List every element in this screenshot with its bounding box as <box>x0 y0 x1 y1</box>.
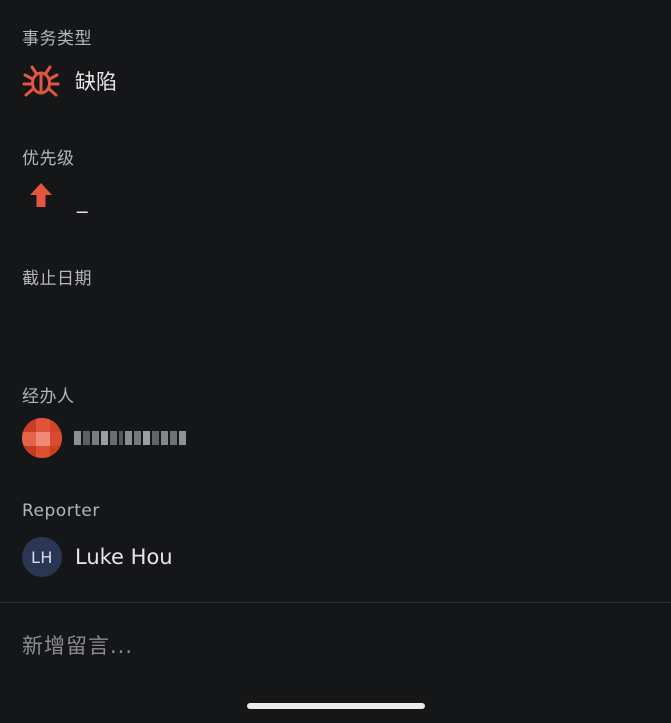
issue-type-text: 缺陷 <box>75 70 117 94</box>
assignee-name-obscured <box>74 427 186 449</box>
assignee-label: 经办人 <box>22 387 75 407</box>
add-comment-input[interactable]: 新增留言... <box>22 630 133 660</box>
reporter-label: Reporter <box>22 501 100 521</box>
priority-text: _ <box>77 189 88 213</box>
reporter-value[interactable]: LH Luke Hou <box>22 537 173 577</box>
avatar <box>22 418 62 458</box>
divider <box>0 602 671 603</box>
home-indicator[interactable] <box>247 703 425 709</box>
issue-type-value[interactable]: 缺陷 <box>22 62 117 100</box>
assignee-value[interactable] <box>22 418 186 458</box>
priority-value[interactable]: _ <box>22 176 88 214</box>
issue-type-label: 事务类型 <box>22 29 92 49</box>
due-date-label: 截止日期 <box>22 269 92 289</box>
reporter-name: Luke Hou <box>75 545 173 569</box>
priority-label: 优先级 <box>22 149 75 169</box>
bug-icon <box>22 62 60 100</box>
arrow-up-icon <box>22 176 60 214</box>
avatar: LH <box>22 537 62 577</box>
due-date-value[interactable] <box>22 298 322 338</box>
